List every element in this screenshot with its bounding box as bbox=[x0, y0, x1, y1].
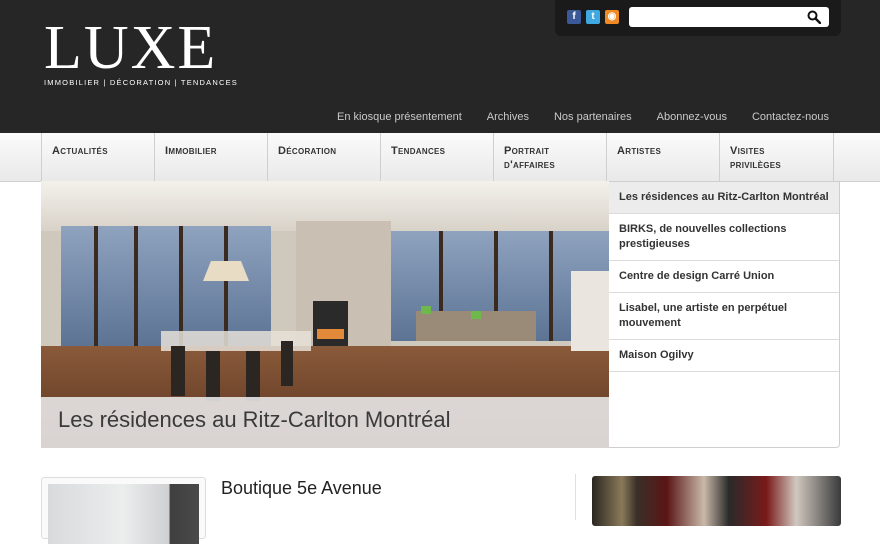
featured-list: Les résidences au Ritz-Carlton Montréal … bbox=[609, 181, 840, 448]
article-thumbnail-card[interactable] bbox=[41, 477, 206, 544]
twitter-icon[interactable]: t bbox=[586, 10, 600, 24]
featured-list-item[interactable]: Maison Ogilvy bbox=[609, 340, 839, 372]
nav-item-portrait[interactable]: Portrait d'affaires bbox=[494, 133, 607, 181]
featured-list-item[interactable]: Lisabel, une artiste en perpétuel mouvem… bbox=[609, 293, 839, 340]
nav-item-visites[interactable]: Visites privilèges bbox=[720, 133, 834, 181]
article-snippet-cut bbox=[221, 512, 511, 520]
nav-item-label: Tendances bbox=[391, 145, 446, 157]
rss-icon[interactable]: ◉ bbox=[605, 10, 619, 24]
article-thumbnail bbox=[48, 484, 199, 544]
ad-banner-image[interactable] bbox=[592, 476, 841, 526]
nav-item-artistes[interactable]: Artistes bbox=[607, 133, 720, 181]
article-title[interactable]: Boutique 5e Avenue bbox=[221, 478, 382, 499]
featured-caption: Les résidences au Ritz-Carlton Montréal bbox=[41, 397, 609, 448]
utility-link-partenaires[interactable]: Nos partenaires bbox=[554, 111, 632, 123]
main-nav: Actualités Immobilier Décoration Tendanc… bbox=[0, 133, 880, 182]
site-header: LUXE IMMOBILIER | DÉCORATION | TENDANCES… bbox=[0, 0, 880, 133]
logo-wordmark: LUXE bbox=[44, 14, 218, 82]
nav-item-actualites[interactable]: Actualités bbox=[42, 133, 155, 181]
nav-item-label: Visites bbox=[730, 145, 765, 157]
nav-item-label-line2: privilèges bbox=[730, 159, 782, 171]
utility-link-archives[interactable]: Archives bbox=[487, 111, 529, 123]
search-icon[interactable] bbox=[807, 10, 821, 24]
site-logo[interactable]: LUXE IMMOBILIER | DÉCORATION | TENDANCES bbox=[44, 14, 238, 87]
search-input[interactable] bbox=[629, 7, 829, 27]
utility-link-abonnez-vous[interactable]: Abonnez-vous bbox=[657, 111, 727, 123]
featured-title[interactable]: Les résidences au Ritz-Carlton Montréal bbox=[58, 407, 451, 433]
nav-item-label-line2: d'affaires bbox=[504, 159, 555, 171]
facebook-icon[interactable]: f bbox=[567, 10, 581, 24]
nav-item-immobilier[interactable]: Immobilier bbox=[155, 133, 268, 181]
nav-item-decoration[interactable]: Décoration bbox=[268, 133, 381, 181]
utility-nav: En kiosque présentement Archives Nos par… bbox=[337, 111, 829, 123]
utility-link-contact[interactable]: Contactez-nous bbox=[752, 111, 829, 123]
nav-item-label: Portrait bbox=[504, 145, 550, 157]
nav-item-tendances[interactable]: Tendances bbox=[381, 133, 494, 181]
column-divider bbox=[575, 474, 576, 520]
utility-link-kiosque[interactable]: En kiosque présentement bbox=[337, 111, 462, 123]
featured-list-item[interactable]: BIRKS, de nouvelles collections prestigi… bbox=[609, 214, 839, 261]
nav-item-label: Décoration bbox=[278, 145, 337, 157]
nav-item-label: Actualités bbox=[52, 145, 108, 157]
featured-list-item[interactable]: Centre de design Carré Union bbox=[609, 261, 839, 293]
top-tools-bar: f t ◉ bbox=[555, 0, 841, 36]
nav-item-label: Artistes bbox=[617, 145, 662, 157]
logo-tagline: IMMOBILIER | DÉCORATION | TENDANCES bbox=[44, 78, 238, 87]
featured-list-item[interactable]: Les résidences au Ritz-Carlton Montréal bbox=[609, 182, 839, 214]
featured-slide[interactable]: Les résidences au Ritz-Carlton Montréal bbox=[41, 181, 609, 448]
nav-item-label: Immobilier bbox=[165, 145, 217, 157]
